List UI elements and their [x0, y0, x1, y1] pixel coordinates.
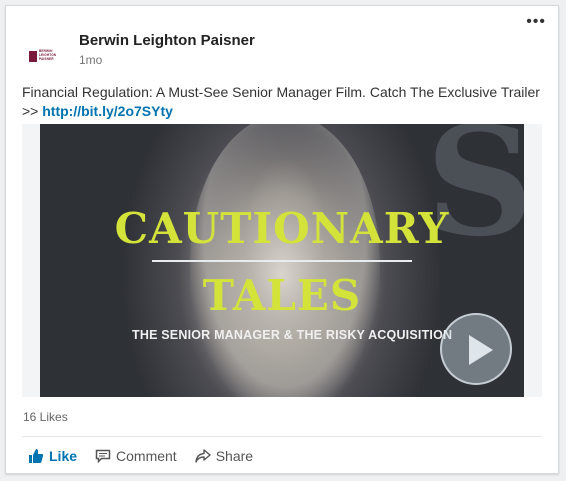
logo-words: BERWIN LEIGHTON PAISNER	[39, 49, 56, 61]
play-icon	[469, 335, 493, 365]
video-thumbnail[interactable]: S CAUTIONARY TALES THE SENIOR MANAGER & …	[40, 124, 524, 397]
company-logo[interactable]: BERWIN LEIGHTON PAISNER	[29, 36, 69, 76]
video-title-line1: CAUTIONARY	[114, 204, 450, 253]
post-text: Financial Regulation: A Must-See Senior …	[22, 83, 542, 121]
title-divider	[152, 260, 412, 262]
logo-mark	[29, 50, 37, 62]
post-actions: Like Comment Share	[28, 448, 253, 464]
like-button[interactable]: Like	[28, 448, 77, 464]
post-link[interactable]: http://bit.ly/2o7SYty	[42, 103, 173, 119]
share-icon	[195, 449, 211, 463]
company-name[interactable]: Berwin Leighton Paisner	[79, 32, 255, 49]
video-subtitle: THE SENIOR MANAGER & THE RISKY ACQUISITI…	[132, 328, 453, 342]
post-card: ••• BERWIN LEIGHTON PAISNER Berwin Leigh…	[5, 5, 559, 474]
video-title-line2: TALES	[202, 271, 362, 320]
comment-label: Comment	[116, 448, 177, 464]
like-label: Like	[49, 448, 78, 464]
thumbs-up-icon	[29, 449, 44, 463]
video-container[interactable]: S CAUTIONARY TALES THE SENIOR MANAGER & …	[22, 124, 542, 397]
share-button[interactable]: Share	[195, 448, 253, 464]
post-time: 1mo	[79, 53, 103, 67]
share-label: Share	[215, 448, 254, 464]
comment-button[interactable]: Comment	[95, 448, 177, 464]
more-options-icon[interactable]: •••	[526, 14, 546, 30]
play-button[interactable]	[440, 313, 512, 385]
comment-icon	[95, 449, 111, 463]
logo-word: PAISNER	[39, 56, 54, 61]
likes-count[interactable]: 16 Likes	[23, 410, 68, 424]
actions-divider	[22, 436, 542, 437]
